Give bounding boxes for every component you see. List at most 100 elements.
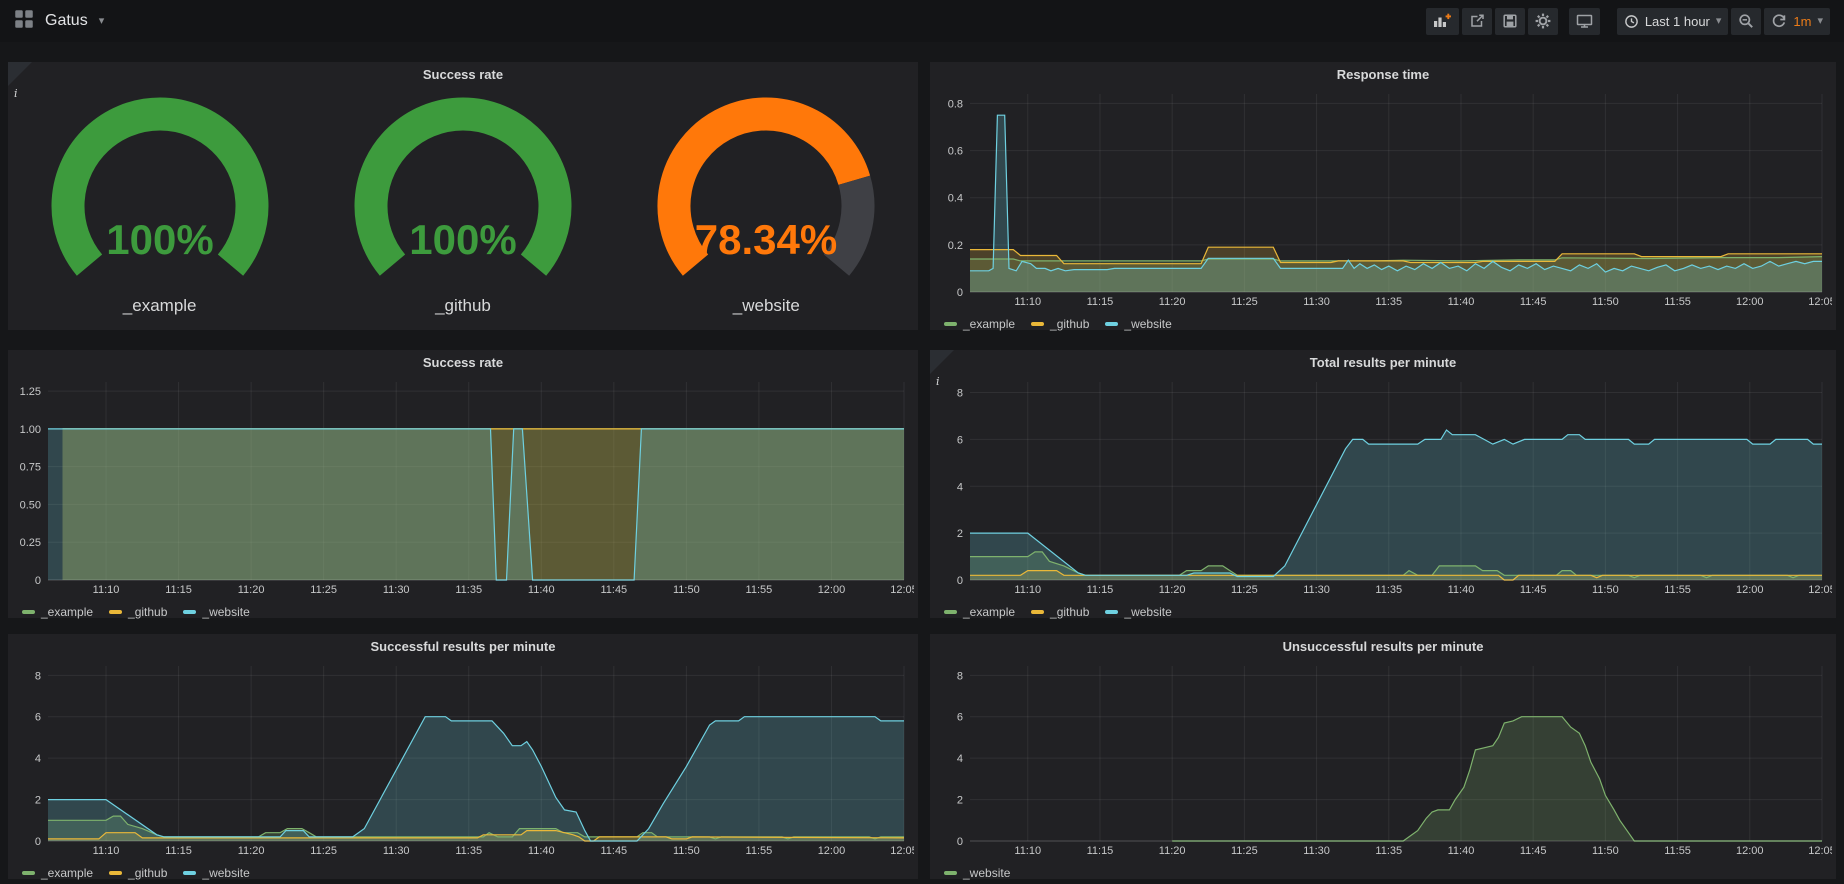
x-tick-label: 11:35 [1375, 296, 1402, 308]
save-icon [1502, 13, 1518, 29]
legend-label: _github [128, 605, 167, 619]
time-range-picker[interactable]: Last 1 hour ▾ [1617, 8, 1729, 35]
legend-marker [1105, 322, 1118, 326]
save-button[interactable] [1495, 8, 1525, 35]
x-tick-label: 11:55 [1664, 584, 1691, 596]
x-tick-label: 11:40 [1448, 584, 1475, 596]
chart-legend: _example _github _website [8, 862, 918, 884]
legend-label: _website [1124, 605, 1171, 619]
y-tick-label: 1.00 [20, 424, 41, 436]
series-area-_website [48, 717, 904, 841]
chart-legend: _example _github _website [930, 313, 1836, 335]
zoom-out-button[interactable] [1731, 8, 1761, 35]
y-tick-label: 6 [957, 434, 963, 446]
legend-label: _website [963, 866, 1010, 880]
panel-title[interactable]: Success rate [8, 350, 918, 376]
dashboard-title[interactable]: Gatus [45, 12, 88, 30]
x-tick-label: 11:40 [1448, 845, 1475, 857]
legend-item-_website[interactable]: _website [944, 866, 1010, 880]
x-tick-label: 11:20 [1159, 584, 1186, 596]
y-tick-label: 0 [957, 287, 963, 299]
panel-info-icon[interactable]: i [930, 350, 954, 374]
legend-item-_website[interactable]: _website [183, 605, 249, 619]
add-panel-button[interactable] [1426, 8, 1459, 35]
legend-item-_website[interactable]: _website [1105, 605, 1171, 619]
x-tick-label: 11:45 [600, 584, 627, 596]
y-tick-label: 2 [957, 528, 963, 540]
legend-item-_github[interactable]: _github [109, 605, 167, 619]
x-tick-label: 12:05 [1808, 845, 1832, 857]
legend-item-_example[interactable]: _example [22, 605, 93, 619]
chart-canvas: 0246811:1011:1511:2011:2511:3011:3511:40… [12, 660, 914, 857]
series-line-_website [970, 115, 1822, 272]
y-tick-label: 0 [957, 575, 963, 587]
panel-title[interactable]: Success rate [8, 62, 918, 88]
x-tick-label: 11:35 [1375, 584, 1402, 596]
legend-item-_website[interactable]: _website [183, 866, 249, 880]
x-tick-label: 12:00 [1736, 584, 1764, 596]
legend-item-_github[interactable]: _github [1031, 605, 1089, 619]
x-tick-label: 11:15 [1087, 845, 1114, 857]
y-tick-label: 4 [957, 481, 963, 493]
legend-item-_github[interactable]: _github [109, 866, 167, 880]
panel-title[interactable]: Unsuccessful results per minute [930, 634, 1836, 660]
x-tick-label: 11:55 [1664, 845, 1691, 857]
legend-marker [944, 871, 957, 875]
y-tick-label: 0.50 [20, 499, 41, 511]
y-tick-label: 4 [957, 753, 963, 765]
dashboards-grid-icon[interactable] [14, 9, 34, 34]
x-tick-label: 11:25 [1231, 584, 1258, 596]
panel-title[interactable]: Response time [930, 62, 1836, 88]
y-tick-label: 0.8 [948, 98, 963, 110]
share-button[interactable] [1462, 8, 1492, 35]
tv-mode-button[interactable] [1569, 8, 1600, 35]
panel-total-results: i Total results per minute 0246811:1011:… [930, 350, 1836, 618]
gauge-value: 78.34% [695, 216, 837, 263]
time-range-label: Last 1 hour [1645, 14, 1710, 29]
legend-marker [183, 610, 196, 614]
y-tick-label: 1.25 [20, 386, 41, 398]
time-range-caret-down-icon: ▾ [1716, 16, 1722, 27]
x-tick-label: 11:30 [1303, 845, 1330, 857]
dashboard-caret-down-icon[interactable]: ▾ [99, 16, 105, 27]
successful-results-chart: 0246811:1011:1511:2011:2511:3011:3511:40… [12, 660, 914, 862]
x-tick-label: 11:25 [1231, 845, 1258, 857]
panel-title[interactable]: Successful results per minute [8, 634, 918, 660]
x-tick-label: 11:25 [1231, 296, 1258, 308]
legend-label: _github [128, 866, 167, 880]
unsuccessful-results-chart: 0246811:1011:1511:2011:2511:3011:3511:40… [934, 660, 1832, 862]
zoom-out-icon [1738, 13, 1754, 29]
panel-success-rate-graph: Success rate 00.250.500.751.001.2511:101… [8, 350, 918, 618]
panel-info-icon[interactable]: i [8, 62, 32, 86]
x-tick-label: 11:55 [1664, 296, 1691, 308]
x-tick-label: 12:00 [1736, 845, 1764, 857]
x-tick-label: 11:50 [1592, 845, 1619, 857]
legend-label: _example [41, 605, 93, 619]
settings-button[interactable] [1528, 8, 1558, 35]
gauge-_example: 100%_example [8, 88, 311, 330]
legend-item-_github[interactable]: _github [1031, 317, 1089, 331]
panel-unsuccessful-results: Unsuccessful results per minute 0246811:… [930, 634, 1836, 879]
legend-item-_example[interactable]: _example [944, 605, 1015, 619]
x-tick-label: 11:15 [165, 584, 192, 596]
chart-legend: _example _github _website [8, 601, 918, 623]
y-tick-label: 0.25 [20, 537, 41, 549]
x-tick-label: 12:05 [890, 584, 914, 596]
x-tick-label: 11:10 [1014, 845, 1041, 857]
legend-item-_example[interactable]: _example [944, 317, 1015, 331]
legend-item-_website[interactable]: _website [1105, 317, 1171, 331]
panel-title[interactable]: Total results per minute [930, 350, 1836, 376]
legend-marker [22, 871, 35, 875]
y-tick-label: 0.2 [948, 240, 963, 252]
x-tick-label: 11:50 [1592, 584, 1619, 596]
legend-label: _website [202, 605, 249, 619]
legend-item-_example[interactable]: _example [22, 866, 93, 880]
refresh-button[interactable]: 1m ▾ [1764, 8, 1830, 35]
x-tick-label: 11:20 [238, 845, 265, 857]
x-tick-label: 11:55 [746, 584, 773, 596]
panel-response-time: Response time 00.20.40.60.811:1011:1511:… [930, 62, 1836, 330]
x-tick-label: 11:30 [383, 584, 410, 596]
gauge-label: _website [733, 296, 800, 316]
gauge-_website: 78.34% _website [615, 88, 918, 330]
x-tick-label: 11:20 [1159, 296, 1186, 308]
